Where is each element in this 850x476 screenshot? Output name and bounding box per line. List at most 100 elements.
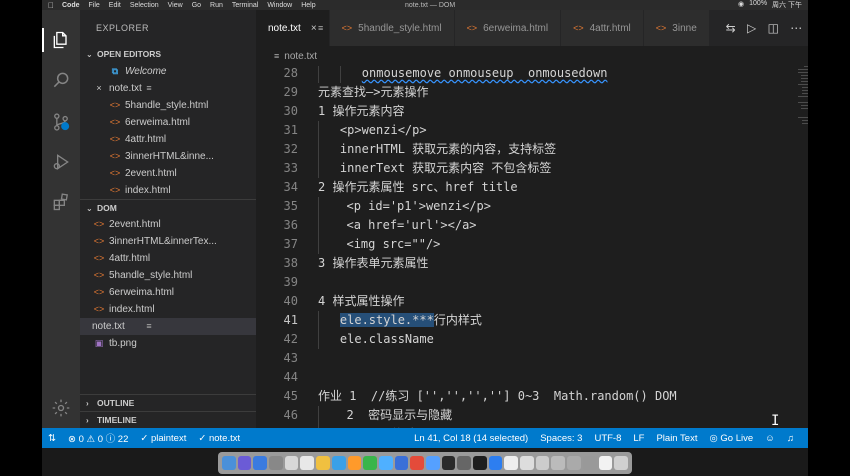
file-item[interactable]: <> 6erweima.html (80, 284, 256, 301)
file-item[interactable]: <> 6erweima.html (80, 114, 256, 131)
dock-app-icon[interactable] (284, 456, 299, 470)
code-line: 33 innerText 获取元素内容 不包含标签 (256, 159, 808, 178)
menu-app-name[interactable]: Code (62, 2, 80, 9)
menu-selection[interactable]: Selection (130, 2, 159, 9)
open-editors-header[interactable]: ⌄ OPEN EDITORS (80, 46, 256, 63)
menu-terminal[interactable]: Terminal (232, 2, 258, 9)
open-editors-list: ⧉ Welcome × ≡ note.txt <> 5handle_style.html <>… (80, 63, 256, 199)
menu-view[interactable]: View (168, 2, 183, 9)
menu-file[interactable]: File (89, 2, 100, 9)
cursor-position[interactable]: Ln 41, Col 18 (14 selected) (414, 433, 528, 444)
tab-file[interactable]: <> 3inne (643, 10, 710, 46)
explorer-icon[interactable] (42, 28, 71, 52)
dock-app-icon[interactable] (520, 456, 534, 470)
dock-app-icon[interactable] (253, 456, 268, 470)
file-item[interactable]: <> 5handle_style.html (80, 267, 256, 284)
indentation[interactable]: Spaces: 3 (540, 433, 582, 444)
code-text-content: innerHTML 获取元素的内容，支持标签 (339, 142, 557, 156)
menu-window[interactable]: Window (267, 2, 292, 9)
dock-app-icon[interactable] (222, 456, 236, 470)
dock-app-icon[interactable] (598, 456, 613, 470)
dock-app-icon[interactable] (394, 456, 409, 470)
dock-app-icon[interactable] (237, 456, 252, 470)
dock-app-icon[interactable] (441, 456, 456, 470)
menu-edit[interactable]: Edit (109, 2, 121, 9)
dock-app-icon[interactable] (425, 456, 440, 470)
file-item[interactable]: ≡ note.txt (80, 318, 256, 335)
dock-app-icon[interactable] (269, 456, 283, 470)
file-item[interactable]: <> 3innerHTML&inne... (80, 148, 256, 165)
dock-app-icon[interactable] (347, 456, 362, 470)
apple-icon[interactable]:  (48, 1, 54, 10)
dock-app-icon[interactable] (473, 456, 487, 470)
language[interactable]: Plain Text (656, 433, 697, 444)
dock-app-icon[interactable] (535, 456, 550, 470)
extensions-icon[interactable] (51, 192, 71, 212)
search-icon[interactable] (51, 70, 71, 90)
file-item-label: index.html (125, 185, 171, 196)
file-item[interactable]: <> index.html (80, 301, 256, 318)
file-item[interactable]: <> 4attr.html (80, 131, 256, 148)
dock-app-icon[interactable] (551, 456, 566, 470)
code-editor[interactable]: I 28 onmousemove onmouseup onmousedown 29 元… (256, 66, 808, 428)
tab-file[interactable]: <> 4attr.html (561, 10, 644, 46)
split-editor-icon[interactable]: ◫ (768, 21, 779, 35)
outline-header[interactable]: › OUTLINE (80, 394, 256, 411)
end-of-line[interactable]: LF (633, 433, 644, 444)
go-live-button[interactable]: ◎ Go Live (709, 433, 753, 444)
active-file-item[interactable]: ✓ note.txt (198, 433, 240, 444)
problems-indicator[interactable]: ⊗ 0 ⚠ 0 ⓘ 22 (68, 431, 128, 445)
wifi-icon[interactable]: ◉ (738, 0, 744, 10)
minimap[interactable] (798, 66, 808, 136)
close-tab-icon[interactable]: × (311, 23, 317, 34)
dock-app-icon[interactable] (316, 456, 330, 470)
feedback-icon[interactable]: ☺ (765, 433, 775, 444)
tab-file[interactable]: <> 5handle_style.html (329, 10, 455, 46)
dock-app-icon[interactable] (504, 456, 519, 470)
dock-app-icon[interactable] (410, 456, 424, 470)
html-file-icon: <> (93, 219, 105, 229)
file-item[interactable]: <> 2event.html (80, 216, 256, 233)
file-item[interactable]: ⧉ Welcome (80, 63, 256, 80)
encoding[interactable]: UTF-8 (594, 433, 621, 444)
tab-file[interactable]: <> 6erweima.html (454, 10, 562, 46)
dock-app-icon[interactable] (614, 456, 628, 470)
menu-go[interactable]: Go (192, 2, 201, 9)
tab-active[interactable]: ≡ note.txt × (256, 10, 330, 46)
remote-icon[interactable]: ⇅ (48, 433, 56, 444)
breadcrumb-file[interactable]: note.txt (284, 51, 317, 62)
dock-app-icon[interactable] (488, 456, 503, 470)
dock-app-icon[interactable] (582, 456, 597, 470)
settings-gear-icon[interactable] (51, 398, 71, 418)
dock-app-icon[interactable] (567, 456, 581, 470)
code-text-content: <a href='url'></a> (346, 218, 477, 232)
dock-app-icon[interactable] (300, 456, 315, 470)
file-item[interactable]: <> 4attr.html (80, 250, 256, 267)
file-item[interactable]: <> 2event.html (80, 165, 256, 182)
file-item[interactable]: <> 5handle_style.html (80, 97, 256, 114)
file-item[interactable]: <> 3innerHTML&innerTex... (80, 233, 256, 250)
close-icon[interactable]: × (92, 80, 106, 97)
run-icon[interactable]: ▷ (747, 21, 756, 35)
file-item-label: 3innerHTML&inne... (125, 151, 214, 162)
folder-dom-header[interactable]: ⌄ DOM (80, 199, 256, 216)
menu-run[interactable]: Run (210, 2, 223, 9)
menu-help[interactable]: Help (301, 2, 315, 9)
source-control-icon[interactable] (51, 112, 71, 132)
more-actions-icon[interactable]: ⋯ (790, 21, 802, 35)
dock-app-icon[interactable] (363, 456, 377, 470)
language-mode-item[interactable]: ✓ plaintext (140, 433, 186, 444)
dock-app-icon[interactable] (457, 456, 471, 470)
file-item[interactable]: × ≡ note.txt (80, 80, 256, 97)
dock-app-icon[interactable] (378, 456, 393, 470)
code-line: 37 <img src=""/> (256, 235, 808, 254)
file-item[interactable]: ▣ tb.png (80, 335, 256, 352)
file-item[interactable]: <> index.html (80, 182, 256, 199)
compare-changes-icon[interactable]: ⇆ (726, 21, 736, 35)
notifications-bell-icon[interactable]: ♫ (787, 433, 794, 444)
run-debug-icon[interactable] (51, 152, 71, 172)
timeline-header[interactable]: › TIMELINE (80, 411, 256, 428)
file-item-label: 2event.html (109, 219, 161, 230)
dock-app-icon[interactable] (331, 456, 346, 470)
line-number: 32 (283, 142, 298, 156)
